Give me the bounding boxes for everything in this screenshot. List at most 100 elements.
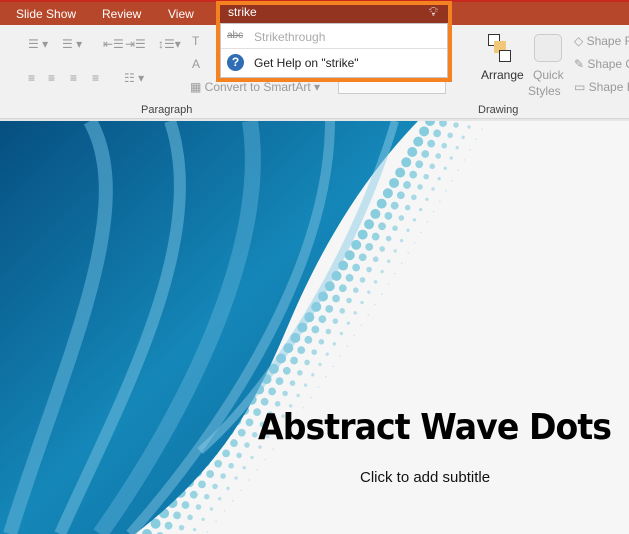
halftone-dot bbox=[178, 524, 185, 531]
halftone-dot bbox=[272, 448, 274, 450]
halftone-dot bbox=[212, 483, 218, 490]
halftone-dot bbox=[310, 396, 312, 399]
halftone-dot bbox=[332, 365, 334, 368]
halftone-dot bbox=[415, 160, 424, 169]
halftone-dot bbox=[367, 314, 370, 316]
halftone-dot bbox=[244, 442, 250, 448]
align-left-icon[interactable]: ≡ bbox=[28, 71, 35, 85]
halftone-dot bbox=[426, 221, 429, 223]
halftone-dot bbox=[367, 290, 371, 294]
halftone-dot bbox=[447, 132, 453, 139]
halftone-dot bbox=[332, 294, 340, 303]
halftone-dot bbox=[370, 208, 381, 219]
halftone-dot bbox=[407, 252, 410, 254]
halftone-dot bbox=[351, 239, 362, 250]
halftone-dot bbox=[390, 201, 399, 210]
bullets-icon[interactable]: ☰ ▾ bbox=[28, 37, 48, 51]
halftone-dot bbox=[395, 167, 406, 178]
halftone-dot bbox=[457, 169, 460, 172]
decrease-indent-icon[interactable]: ⇤☰ bbox=[103, 37, 124, 51]
quick-styles-label-1[interactable]: Quick bbox=[533, 68, 564, 82]
halftone-dot bbox=[372, 256, 379, 263]
halftone-dot bbox=[427, 139, 436, 148]
halftone-dot bbox=[406, 228, 410, 232]
arrange-button[interactable]: Arrange bbox=[481, 68, 524, 82]
halftone-dot bbox=[403, 181, 411, 189]
halftone-dot bbox=[256, 468, 258, 471]
halftone-dot bbox=[449, 156, 453, 160]
center-icon[interactable]: ≡ bbox=[48, 71, 55, 85]
halftone-dot bbox=[311, 325, 320, 334]
halftone-dot bbox=[226, 486, 230, 491]
halftone-dot bbox=[365, 243, 374, 251]
halftone-dot bbox=[360, 324, 363, 326]
slide-subtitle-placeholder[interactable]: Click to add subtitle bbox=[360, 469, 490, 486]
halftone-dot bbox=[289, 380, 296, 386]
halftone-dot bbox=[339, 331, 344, 336]
halftone-dot bbox=[346, 297, 352, 304]
halftone-dot bbox=[393, 249, 397, 253]
halftone-dot bbox=[412, 218, 417, 222]
halftone-dot bbox=[215, 520, 217, 523]
increase-indent-icon[interactable]: ⇥☰ bbox=[125, 37, 146, 51]
halftone-dot bbox=[236, 452, 242, 459]
slide-canvas[interactable]: Abstract Wave Dots Click to add subtitle bbox=[0, 121, 629, 534]
halftone-dot bbox=[418, 207, 423, 212]
halftone-dot bbox=[325, 376, 327, 378]
numbering-icon[interactable]: ☰ ▾ bbox=[62, 37, 82, 51]
halftone-dot bbox=[353, 311, 357, 315]
highlight-box bbox=[216, 1, 452, 82]
tab-view[interactable]: View bbox=[168, 7, 194, 21]
tab-review[interactable]: Review bbox=[102, 7, 141, 21]
text-direction-button[interactable]: T bbox=[192, 34, 199, 48]
line-spacing-icon[interactable]: ↕☰▾ bbox=[158, 37, 181, 51]
halftone-dot bbox=[463, 159, 466, 161]
halftone-dot bbox=[203, 493, 210, 500]
halftone-dot bbox=[339, 308, 346, 314]
halftone-dot bbox=[338, 284, 347, 293]
halftone-dot bbox=[201, 517, 205, 522]
halftone-dot bbox=[240, 489, 242, 492]
halftone-dot bbox=[250, 455, 254, 460]
align-right-icon[interactable]: ≡ bbox=[70, 71, 77, 85]
halftone-dot bbox=[274, 400, 281, 407]
quick-styles-label-2[interactable]: Styles bbox=[528, 84, 561, 98]
justify-icon[interactable]: ≡ bbox=[92, 71, 99, 85]
paragraph-group-label: Paragraph bbox=[141, 104, 193, 116]
halftone-dot bbox=[317, 386, 320, 388]
tab-slide-show[interactable]: Slide Show bbox=[16, 7, 76, 21]
align-text-button[interactable]: A bbox=[192, 57, 200, 71]
shape-outline-button[interactable]: ✎ Shape O bbox=[574, 57, 629, 71]
halftone-dot bbox=[339, 355, 342, 357]
halftone-dot bbox=[353, 287, 359, 293]
halftone-dot bbox=[432, 210, 435, 213]
halftone-dot bbox=[400, 262, 403, 265]
halftone-dot bbox=[373, 280, 378, 284]
halftone-dot bbox=[282, 366, 291, 375]
halftone-dot bbox=[379, 246, 386, 252]
halftone-dot bbox=[437, 176, 441, 181]
halftone-dot bbox=[481, 128, 483, 130]
halftone-dot bbox=[245, 418, 254, 427]
halftone-dot bbox=[378, 222, 386, 231]
halftone-dot bbox=[173, 511, 181, 520]
convert-smartart-button[interactable]: ▦ Convert to SmartArt ▾ bbox=[190, 80, 320, 94]
halftone-dot bbox=[248, 479, 250, 481]
halftone-dot bbox=[401, 157, 412, 168]
halftone-dot bbox=[222, 449, 231, 458]
halftone-dot bbox=[231, 499, 234, 502]
shape-fill-label: Shape F bbox=[586, 34, 629, 48]
wave-background-graphic bbox=[0, 121, 483, 534]
halftone-dot bbox=[228, 462, 234, 469]
halftone-dot bbox=[181, 501, 190, 509]
halftone-dot bbox=[396, 191, 405, 200]
halftone-dot bbox=[357, 229, 368, 240]
shape-effects-button[interactable]: ▭ Shape E bbox=[574, 80, 629, 94]
halftone-dot bbox=[387, 283, 390, 285]
halftone-dot bbox=[385, 235, 392, 242]
slide-title[interactable]: Abstract Wave Dots bbox=[258, 407, 612, 448]
shape-fill-button[interactable]: ◇ Shape F bbox=[574, 34, 629, 48]
columns-icon[interactable]: ☷ ▾ bbox=[124, 71, 144, 85]
halftone-dot bbox=[318, 339, 325, 345]
halftone-dot bbox=[275, 377, 284, 386]
